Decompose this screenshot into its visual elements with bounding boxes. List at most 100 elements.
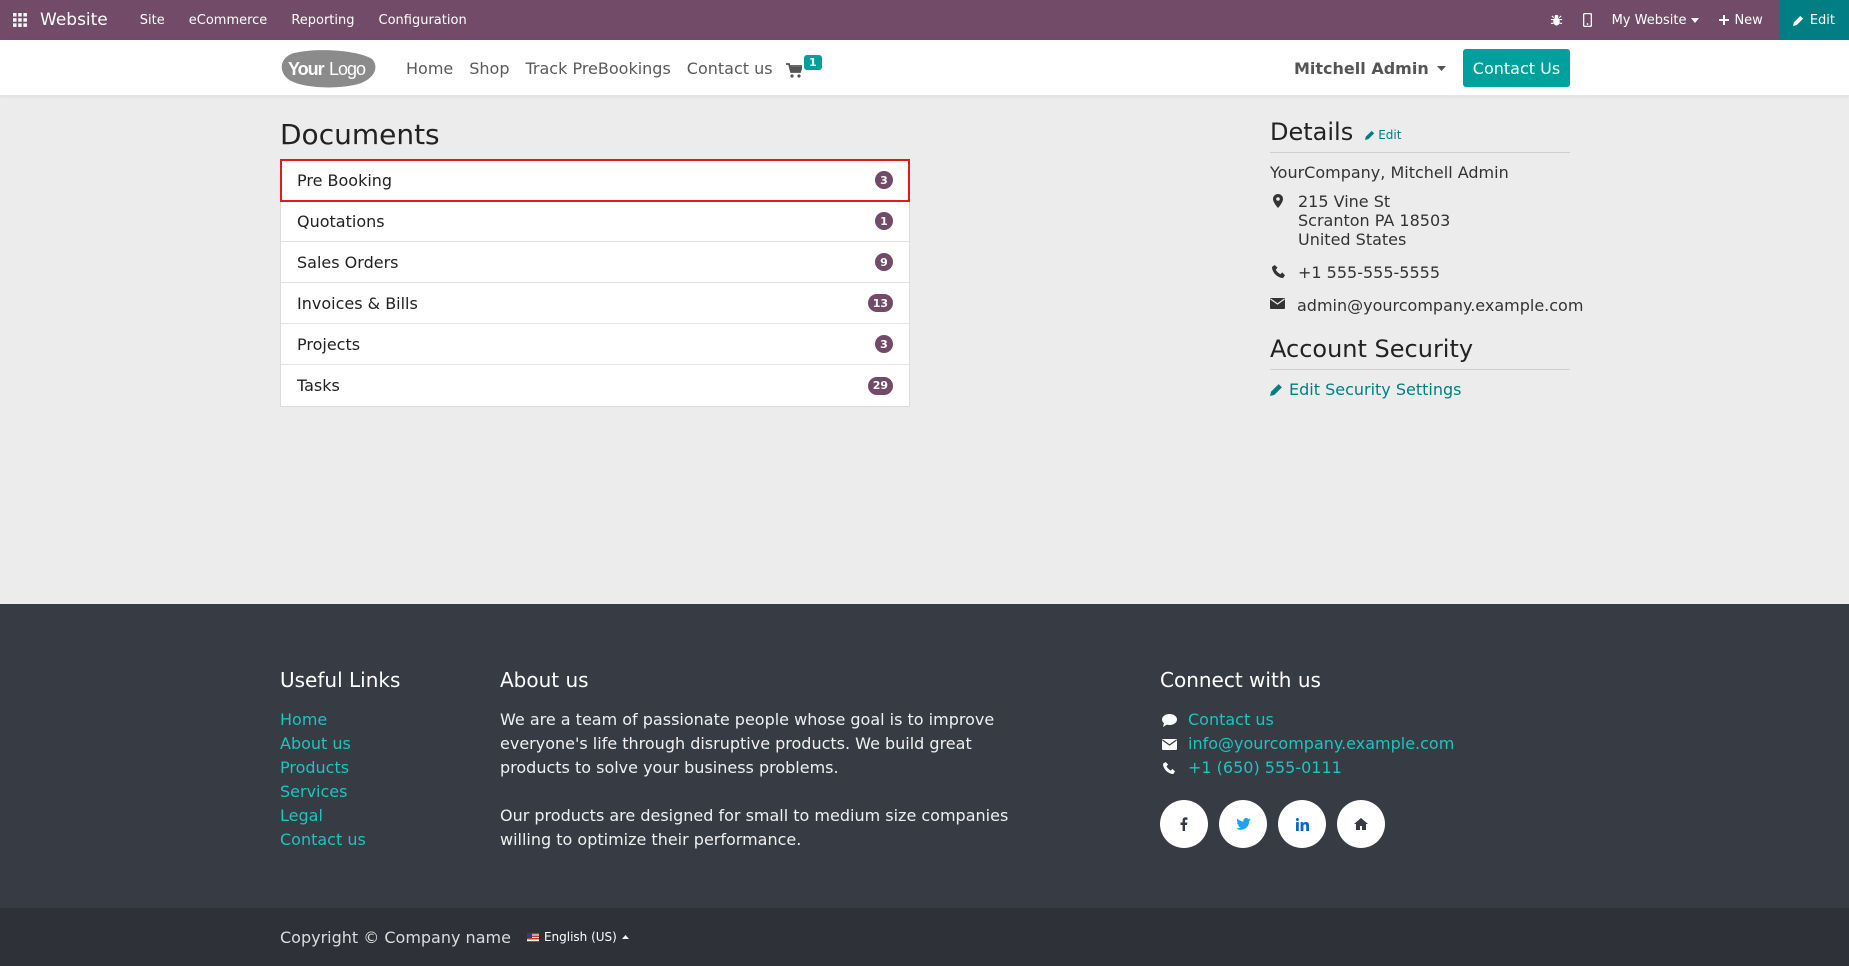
- connect-title: Connect with us: [1160, 668, 1321, 692]
- connect-contact-link[interactable]: Contact us: [1160, 708, 1454, 732]
- connect-contact-label: Contact us: [1188, 710, 1274, 729]
- contact-us-button[interactable]: Contact Us: [1463, 49, 1570, 87]
- apps-menu-icon[interactable]: [0, 0, 40, 40]
- document-row-invoices-bills[interactable]: Invoices & Bills 13: [281, 283, 909, 324]
- copyright-bar: Copyright © Company name English (US): [0, 908, 1849, 966]
- address-line: 215 Vine St: [1298, 192, 1391, 211]
- menu-ecommerce[interactable]: eCommerce: [189, 13, 268, 28]
- document-label: Pre Booking: [297, 170, 393, 190]
- about-column: About us We are a team of passionate peo…: [500, 668, 1020, 852]
- mobile-preview-icon[interactable]: [1582, 13, 1592, 27]
- company-logo[interactable]: Your Logo: [280, 49, 376, 89]
- document-count-badge: 3: [875, 171, 893, 189]
- useful-links-column: Useful Links Home About us Products Serv…: [280, 668, 400, 852]
- document-label: Sales Orders: [297, 252, 399, 272]
- nav-contact-us[interactable]: Contact us: [687, 59, 773, 78]
- document-row-projects[interactable]: Projects 3: [281, 324, 909, 365]
- document-row-tasks[interactable]: Tasks 29: [281, 365, 909, 406]
- footer-link-legal[interactable]: Legal: [280, 804, 400, 828]
- menu-configuration[interactable]: Configuration: [379, 13, 467, 28]
- admin-topbar: Website Site eCommerce Reporting Configu…: [0, 0, 1849, 40]
- language-label: English (US): [543, 930, 617, 944]
- user-name: Mitchell Admin: [1294, 58, 1429, 78]
- shopping-cart-icon: [786, 63, 802, 78]
- footer-link-services[interactable]: Services: [280, 780, 400, 804]
- document-row-quotations[interactable]: Quotations 1: [281, 201, 909, 242]
- details-heading: Details Edit: [1270, 118, 1570, 153]
- details-edit-link[interactable]: Edit: [1365, 128, 1401, 142]
- menu-site[interactable]: Site: [140, 13, 165, 28]
- envelope-icon: [1160, 738, 1178, 750]
- address-block: 215 Vine St Scranton PA 18503 United Sta…: [1298, 192, 1450, 249]
- footer-link-home[interactable]: Home: [280, 708, 400, 732]
- language-selector[interactable]: English (US): [526, 930, 629, 944]
- pencil-icon: [1365, 130, 1375, 140]
- debug-bug-icon[interactable]: [1550, 14, 1563, 27]
- plus-icon: [1719, 15, 1730, 25]
- details-panel: Details Edit YourCompany, Mitchell Admin…: [1270, 118, 1583, 399]
- documents-list: Pre Booking 3 Quotations 1 Sales Orders …: [280, 159, 910, 407]
- phone-icon: [1160, 762, 1178, 774]
- document-count-badge: 9: [875, 253, 893, 271]
- about-paragraph: We are a team of passionate people whose…: [500, 710, 995, 777]
- connect-email-link[interactable]: info@yourcompany.example.com: [1160, 732, 1454, 756]
- edit-security-label: Edit Security Settings: [1289, 380, 1462, 399]
- about-title: About us: [500, 668, 589, 692]
- user-menu[interactable]: Mitchell Admin: [1294, 40, 1446, 96]
- address-line: United States: [1298, 230, 1407, 249]
- details-edit-label: Edit: [1378, 128, 1402, 142]
- edit-label: Edit: [1809, 12, 1835, 28]
- document-label: Invoices & Bills: [297, 293, 418, 313]
- pencil-icon: [1270, 384, 1282, 396]
- copyright-text: Copyright © Company name: [280, 927, 511, 947]
- phone-icon: [1270, 263, 1286, 282]
- twitter-icon[interactable]: [1219, 800, 1267, 848]
- svg-text:Logo: Logo: [329, 59, 366, 79]
- document-row-sales-orders[interactable]: Sales Orders 9: [281, 242, 909, 283]
- caret-down-icon: [1691, 17, 1700, 23]
- edit-button[interactable]: Edit: [1778, 0, 1849, 40]
- document-count-badge: 13: [867, 294, 893, 312]
- email-row: admin@yourcompany.example.com: [1270, 296, 1583, 315]
- svg-text:Your: Your: [288, 59, 325, 79]
- phone-value: +1 555-555-5555: [1298, 263, 1441, 282]
- menu-reporting[interactable]: Reporting: [291, 13, 354, 28]
- address-line: Scranton PA 18503: [1298, 211, 1451, 230]
- documents-title: Documents: [280, 118, 440, 151]
- document-label: Projects: [297, 334, 361, 354]
- details-title: Details: [1270, 118, 1354, 146]
- nav-track-prebookings[interactable]: Track PreBookings: [526, 59, 671, 78]
- connect-phone-link[interactable]: +1 (650) 555-0111: [1160, 756, 1454, 780]
- nav-home[interactable]: Home: [406, 59, 453, 78]
- footer-link-contact-us[interactable]: Contact us: [280, 828, 400, 852]
- cart-button[interactable]: 1: [786, 55, 822, 78]
- email-value: admin@yourcompany.example.com: [1297, 296, 1584, 315]
- map-marker-icon: [1270, 192, 1286, 249]
- footer-link-products[interactable]: Products: [280, 756, 400, 780]
- security-heading: Account Security: [1270, 335, 1570, 370]
- linkedin-icon[interactable]: [1278, 800, 1326, 848]
- document-label: Quotations: [297, 211, 385, 231]
- connect-email-label: info@yourcompany.example.com: [1188, 734, 1455, 753]
- cart-count-badge: 1: [804, 55, 822, 70]
- website-selector[interactable]: My Website: [1612, 13, 1700, 28]
- envelope-icon: [1270, 296, 1285, 315]
- caret-down-icon: [1436, 65, 1446, 71]
- connect-phone-label: +1 (650) 555-0111: [1188, 758, 1342, 777]
- footer-link-about-us[interactable]: About us: [280, 732, 400, 756]
- nav-shop[interactable]: Shop: [469, 59, 509, 78]
- app-brand[interactable]: Website: [40, 10, 108, 30]
- document-count-badge: 3: [875, 335, 893, 353]
- new-button[interactable]: New: [1719, 13, 1763, 28]
- website-selector-label: My Website: [1611, 12, 1687, 28]
- document-count-badge: 1: [875, 212, 893, 230]
- about-paragraph: Our products are designed for small to m…: [500, 806, 1009, 849]
- home-icon[interactable]: [1337, 800, 1385, 848]
- pencil-icon: [1792, 15, 1803, 26]
- social-links: [1160, 800, 1454, 848]
- facebook-icon[interactable]: [1160, 800, 1208, 848]
- useful-links-title: Useful Links: [280, 668, 401, 692]
- document-row-pre-booking[interactable]: Pre Booking 3: [280, 159, 910, 202]
- website-header: Your Logo Home Shop Track PreBookings Co…: [0, 40, 1849, 96]
- edit-security-settings-link[interactable]: Edit Security Settings: [1270, 380, 1570, 399]
